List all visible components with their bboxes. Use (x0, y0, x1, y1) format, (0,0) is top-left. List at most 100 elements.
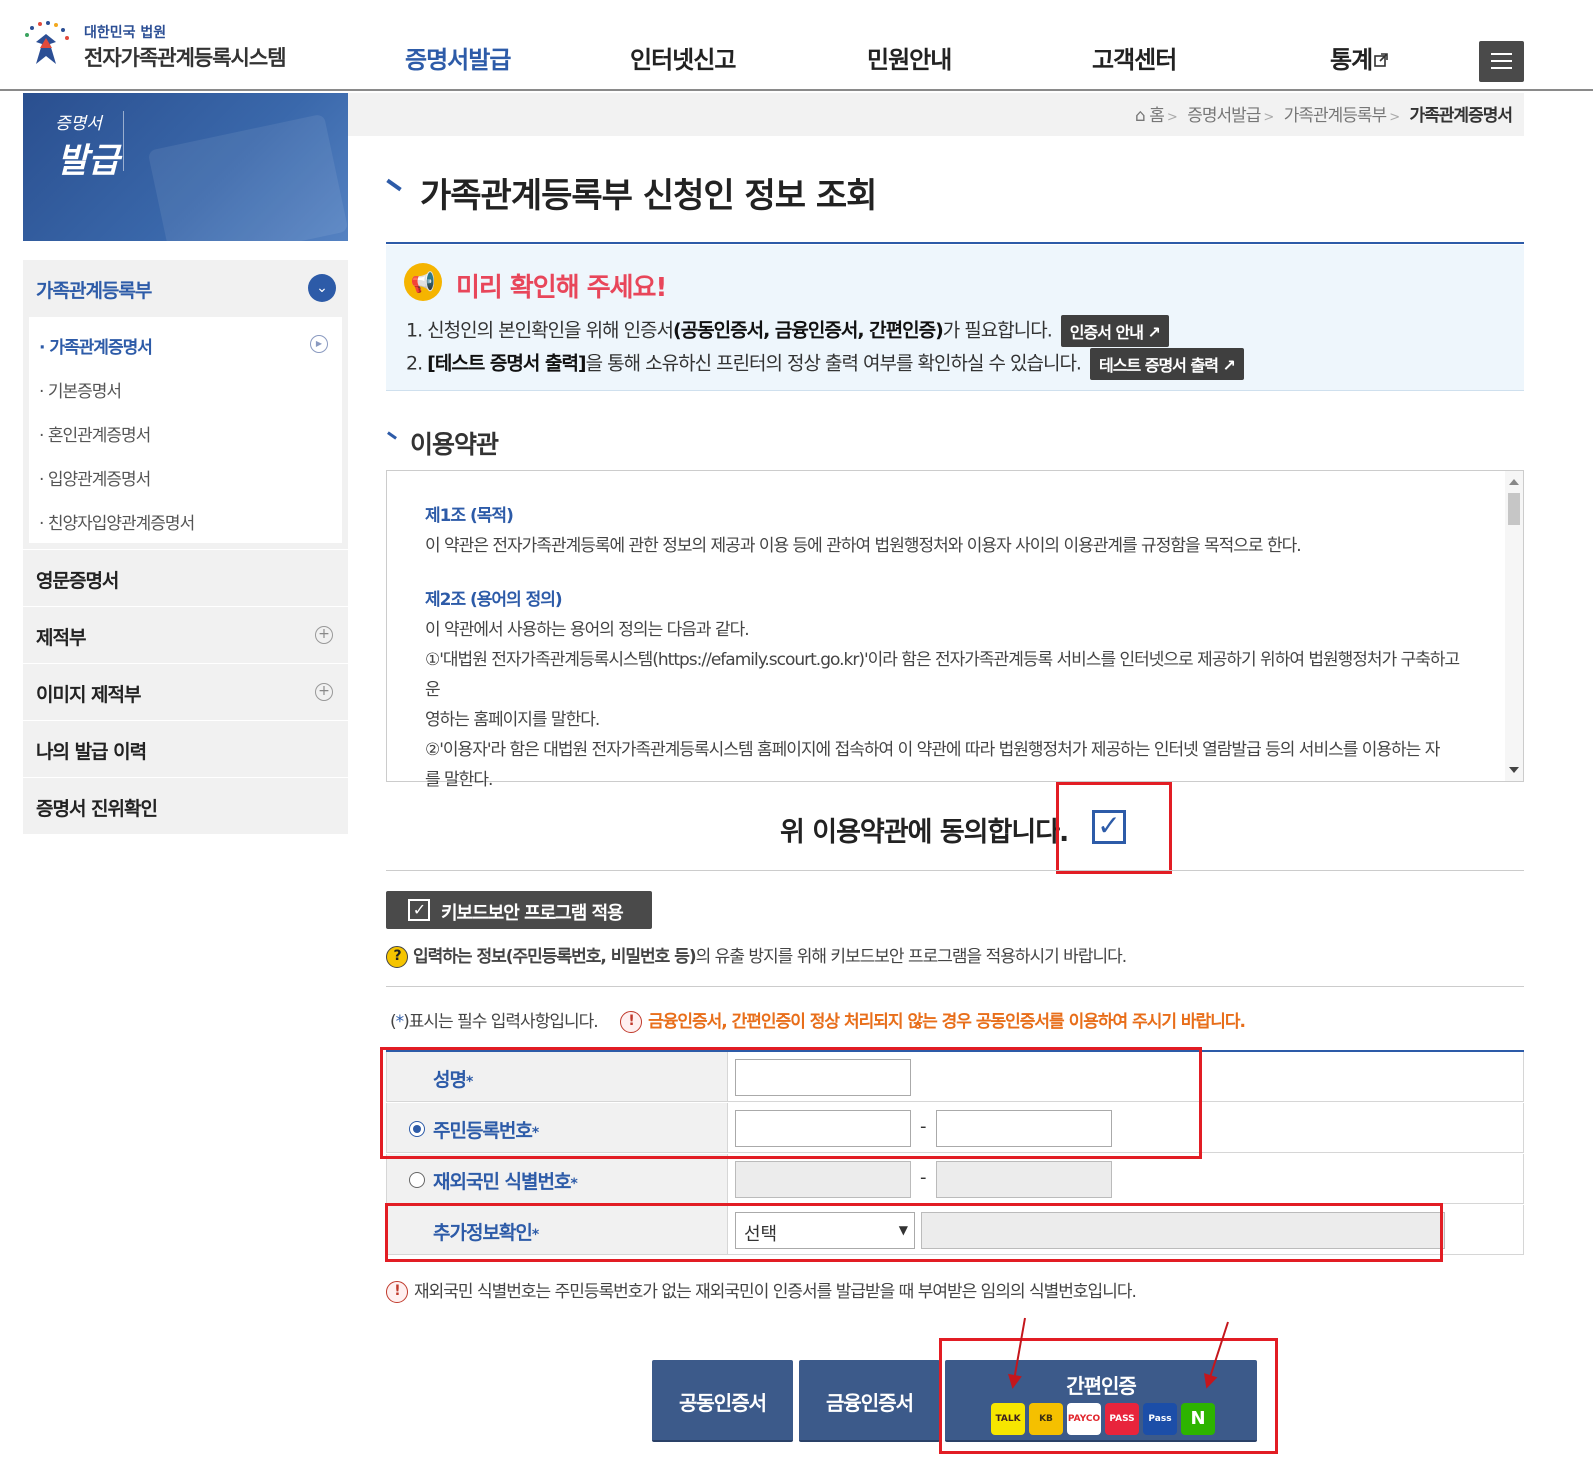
nav-statistics[interactable]: 통계 (1330, 40, 1388, 75)
home-icon[interactable]: ⌂ (1135, 106, 1146, 126)
warning-icon: ! (386, 1281, 408, 1303)
terms-article-title: 제1조 (목적) (425, 506, 514, 526)
banner-divider (123, 111, 124, 171)
sidebar-item-issue-history[interactable]: 나의 발급 이력 (23, 720, 348, 777)
terms-article-title: 제2조 (용어의 정의) (425, 590, 563, 610)
required-note: (*)표시는 필수 입력사항입니다. ! 금융인증서, 간편인증이 정상 처리되지… (390, 1011, 1246, 1033)
sidebar-group-family-register[interactable]: 가족관계등록부 ⌄ (23, 260, 348, 317)
logo-subtitle: 대한민국 법원 (84, 25, 167, 41)
sidebar-item-english-cert[interactable]: 영문증명서 (23, 549, 348, 606)
sidebar-item-basic-cert[interactable]: · 기본증명서 (29, 367, 342, 411)
financial-cert-button[interactable]: 금융인증서 (799, 1360, 940, 1442)
notice-box: 📢 미리 확인해 주세요! 1. 신청인의 본인확인을 위해 인증서(공동인증서… (386, 245, 1524, 391)
sidebar-submenu: · 가족관계증명서 ▶ · 기본증명서 · 혼인관계증명서 · 입양관계증명서 … (23, 317, 348, 549)
scroll-down-icon[interactable] (1509, 767, 1519, 773)
highlight-box (939, 1338, 1278, 1454)
banner-line1: 증명서 (55, 114, 102, 134)
notice-title: 미리 확인해 주세요! (456, 273, 667, 303)
breadcrumb-item[interactable]: 증명서발급 (1187, 106, 1261, 126)
sidebar-item-authenticity-check[interactable]: 증명서 진위확인 (23, 777, 348, 834)
sidebar-item-label: · 가족관계증명서 (39, 338, 153, 358)
nav-civil-guide[interactable]: 민원안내 (867, 40, 952, 75)
overseas-id-back-input[interactable] (936, 1161, 1112, 1198)
highlight-box (1056, 782, 1172, 874)
nav-statistics-label: 통계 (1330, 46, 1373, 74)
sidebar-item-label: · 기본증명서 (39, 382, 122, 402)
cert-guide-button[interactable]: 인증서 안내 ↗ (1060, 315, 1169, 347)
highlight-box (380, 1047, 1202, 1159)
test-print-button[interactable]: 테스트 증명서 출력 ↗ (1090, 348, 1244, 380)
terms-text: 영하는 홈페이지를 말한다. (425, 710, 600, 730)
sidebar-group-label: 가족관계등록부 (36, 280, 152, 302)
keyboard-security-label: 키보드보안 프로그램 적용 (441, 903, 624, 924)
divider (386, 986, 1524, 987)
keyboard-security-help: ? 입력하는 정보(주민등록번호, 비밀번호 등)의 유출 방지를 위해 키보드보… (386, 942, 1127, 968)
page-title: 가족관계등록부 신청인 정보 조회 (420, 176, 877, 216)
warning-icon: ! (620, 1011, 643, 1033)
scroll-up-icon[interactable] (1509, 479, 1519, 485)
chevron-down-icon[interactable]: ⌄ (308, 274, 336, 302)
terms-scroll-box[interactable]: 제1조 (목적) 이 약관은 전자가족관계등록에 관한 정보의 제공과 이용 등… (386, 470, 1524, 790)
sidebar-item-label: · 혼인관계증명서 (39, 426, 151, 446)
breadcrumb-home[interactable]: 홈 (1149, 106, 1165, 126)
sidebar-item-full-adoption-cert[interactable]: · 친양자입양관계증명서 (29, 499, 342, 543)
divider (386, 870, 1524, 871)
question-icon: ? (386, 946, 408, 968)
scroll-thumb[interactable] (1508, 493, 1520, 525)
logo-title: 전자가족관계등록시스템 (84, 46, 287, 70)
keyboard-security-button[interactable]: ✓ 키보드보안 프로그램 적용 (386, 891, 652, 929)
notice-line-2: 2. [테스트 증명서 출력]을 통해 소유하신 프린터의 정상 출력 여부를 … (406, 348, 1244, 380)
megaphone-icon: 📢 (404, 263, 442, 301)
play-circle-icon: ▶ (310, 335, 328, 353)
breadcrumb-current: 가족관계증명서 (1409, 106, 1513, 126)
overseas-id-dash: - (920, 1167, 927, 1188)
notice-line-1: 1. 신청인의 본인확인을 위해 인증서(공동인증서, 금융인증서, 간편인증)… (406, 315, 1169, 347)
terms-section-title: 이용약관 (410, 430, 499, 459)
nav-internet-report[interactable]: 인터넷신고 (630, 40, 736, 75)
nav-customer-center[interactable]: 고객센터 (1092, 40, 1177, 75)
sidebar-item-label: · 입양관계증명서 (39, 470, 151, 490)
sidebar-item-label: 제적부 (36, 627, 86, 649)
terms-text: ①'대법원 전자가족관계등록시스템(https://efamily.scourt… (425, 650, 1460, 700)
nav-certificate-issue[interactable]: 증명서발급 (405, 40, 511, 75)
overseas-id-label: 재외국민 식별번호* (433, 1171, 578, 1193)
checkbox-icon: ✓ (408, 899, 430, 921)
terms-text: 이 약관은 전자가족관계등록에 관한 정보의 제공과 이용 등에 관하여 법원행… (425, 536, 1302, 556)
sidebar-item-label: 이미지 제적부 (36, 684, 141, 706)
breadcrumb-item[interactable]: 가족관계등록부 (1284, 106, 1387, 126)
sidebar-item-image-register[interactable]: 이미지 제적부 + (23, 663, 348, 720)
title-accent-mark (386, 178, 402, 192)
site-header: 대한민국 법원 전자가족관계등록시스템 증명서발급 인터넷신고 민원안내 고객센… (0, 0, 1593, 91)
terms-agree-label: 위 이용약관에 동의합니다. (780, 817, 1069, 848)
terms-text: 를 말한다. (425, 770, 493, 790)
sidebar-item-label: · 친양자입양관계증명서 (39, 514, 195, 534)
highlight-box (385, 1203, 1443, 1262)
banner-line2: 발급 (57, 141, 120, 181)
banner-decoration (147, 113, 348, 241)
joint-cert-button[interactable]: 공동인증서 (652, 1360, 793, 1442)
overseas-id-note: ! 재외국민 식별번호는 주민등록번호가 없는 재외국민이 인증서를 발급받을 때… (386, 1277, 1137, 1303)
title-underline (386, 242, 1524, 244)
section-banner: 증명서 발급 (23, 93, 348, 241)
cert-warning-text: 금융인증서, 간편인증이 정상 처리되지 않는 경우 공동인증서를 이용하여 주… (648, 1012, 1246, 1032)
sidebar-item-removed-register[interactable]: 제적부 + (23, 606, 348, 663)
plus-circle-icon[interactable]: + (315, 626, 333, 644)
section-accent-mark (387, 431, 397, 440)
court-emblem-icon (25, 21, 69, 64)
site-logo[interactable]: 대한민국 법원 전자가족관계등록시스템 (22, 18, 322, 72)
external-link-icon (1374, 53, 1388, 67)
sidebar-item-marriage-cert[interactable]: · 혼인관계증명서 (29, 411, 342, 455)
sidebar-item-label: 영문증명서 (36, 570, 119, 592)
terms-text: ②'이용자'라 함은 대법원 전자가족관계등록시스템 홈페이지에 접속하여 이 … (425, 740, 1440, 760)
sidebar-item-label: 증명서 진위확인 (36, 798, 158, 820)
hamburger-menu-button[interactable] (1479, 41, 1524, 82)
terms-text: 이 약관에서 사용하는 용어의 정의는 다음과 같다. (425, 620, 750, 640)
sidebar-item-adoption-cert[interactable]: · 입양관계증명서 (29, 455, 342, 499)
overseas-id-front-input[interactable] (735, 1161, 911, 1198)
plus-circle-icon[interactable]: + (315, 683, 333, 701)
sidebar-item-label: 나의 발급 이력 (36, 741, 147, 763)
overseas-id-radio[interactable] (409, 1172, 425, 1188)
terms-scrollbar[interactable] (1505, 471, 1523, 781)
sidebar: 가족관계등록부 ⌄ · 가족관계증명서 ▶ · 기본증명서 · 혼인관계증명서 … (23, 260, 348, 834)
sidebar-item-family-relation-cert[interactable]: · 가족관계증명서 ▶ (29, 323, 342, 367)
